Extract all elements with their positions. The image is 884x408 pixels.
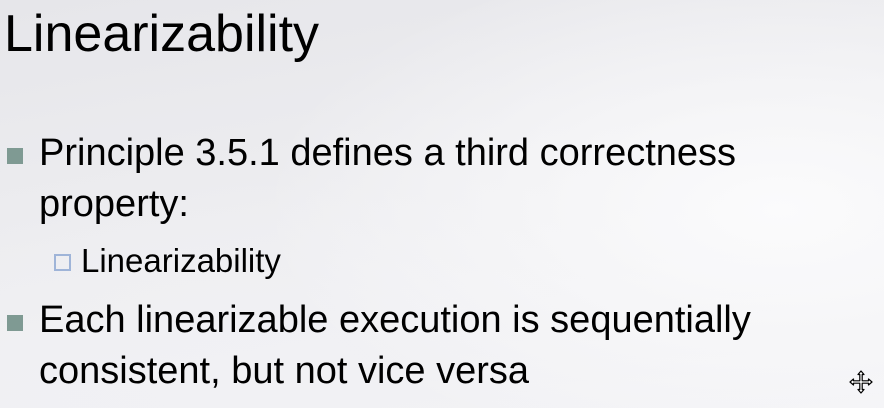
sub-bullet-text: Linearizability: [81, 242, 281, 279]
slide: Linearizability Principle 3.5.1 defines …: [0, 0, 884, 408]
square-bullet-icon: [7, 315, 23, 331]
move-cursor-icon: [849, 370, 873, 394]
slide-title: Linearizability: [4, 5, 320, 63]
square-bullet-icon: [7, 148, 23, 164]
bullet-text: Each linearizable execution is sequentia…: [39, 299, 751, 392]
hollow-square-bullet-icon: [54, 254, 71, 271]
bullet-text: Principle 3.5.1 defines a third correctn…: [39, 132, 737, 225]
